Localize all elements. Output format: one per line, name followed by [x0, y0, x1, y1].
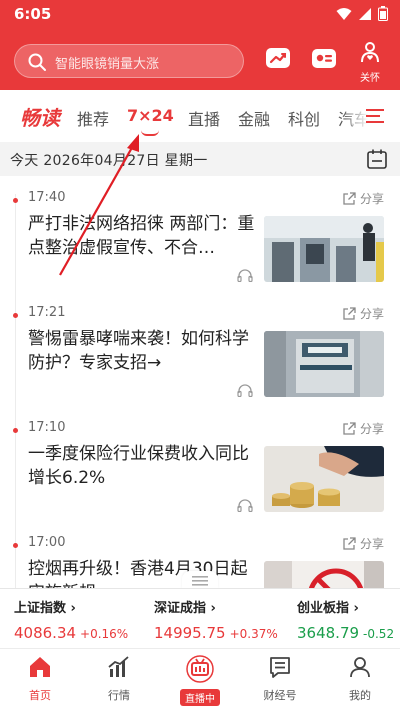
nav-finance-account[interactable]: 财经号 — [250, 655, 310, 703]
share-icon — [343, 306, 356, 320]
care-icon — [361, 42, 379, 63]
index-name: 创业板指 — [297, 601, 350, 616]
drag-handle-icon — [192, 576, 208, 586]
nav-label: 行情 — [108, 689, 130, 702]
timeline-dot — [13, 543, 18, 548]
battery-icon — [378, 6, 388, 21]
active-tab-indicator — [141, 130, 159, 136]
share-label: 分享 — [359, 537, 384, 551]
share-button[interactable]: 分享 — [342, 190, 384, 207]
share-button[interactable]: 分享 — [342, 535, 384, 552]
news-item[interactable]: 17:10 分享 一季度保险行业保费收入同比增长6.2% — [0, 406, 400, 521]
market-index-bar: 上证指数 › 4086.34 +0.16% 深证成指 › 14995.75 +0.3… — [0, 588, 400, 648]
chevron-right-icon: › — [210, 601, 216, 616]
channel-tabs: 畅读 推荐 7×24 直播 金融 科创 汽车 — [0, 90, 400, 142]
care-mode-button[interactable]: 关怀 — [354, 40, 386, 84]
index-change: +0.37% — [229, 627, 278, 641]
tab-live[interactable]: 直播 — [188, 106, 220, 130]
index-panel-handle[interactable] — [182, 571, 218, 589]
home-icon — [30, 657, 50, 677]
share-button[interactable]: 分享 — [342, 305, 384, 322]
share-icon — [343, 421, 356, 435]
search-placeholder: 智能眼镜销量大涨 — [55, 57, 160, 72]
calendar-icon[interactable] — [366, 148, 388, 170]
index-name: 上证指数 — [14, 601, 67, 616]
bottom-navigation: 首页 行情 直播中 财经号 我的 — [0, 648, 400, 710]
share-label: 分享 — [359, 192, 384, 206]
nav-label: 首页 — [29, 689, 51, 702]
timeline-dot — [13, 198, 18, 203]
index-shanghai[interactable]: 上证指数 › 4086.34 +0.16% — [14, 597, 154, 642]
nav-label: 我的 — [349, 689, 371, 702]
chevron-right-icon: › — [70, 601, 76, 616]
news-time: 17:21 — [28, 305, 66, 320]
news-time: 17:10 — [28, 420, 66, 435]
news-title[interactable]: 严打非法网络招徕 两部门：重点整治虚假宣传、不合… — [28, 212, 256, 260]
tab-recommend[interactable]: 推荐 — [77, 106, 109, 130]
trend-box-icon[interactable] — [264, 44, 292, 72]
tab-tech[interactable]: 科创 — [288, 106, 320, 130]
news-thumbnail[interactable] — [264, 561, 384, 590]
news-feed: 17:40 分享 严打非法网络招徕 两部门：重点整治虚假宣传、不合… 17:21… — [0, 176, 400, 590]
news-title[interactable]: 一季度保险行业保费收入同比增长6.2% — [28, 442, 256, 490]
headphones-icon[interactable] — [237, 268, 253, 282]
app-header: 智能眼镜销量大涨 关怀 — [0, 28, 400, 90]
share-label: 分享 — [359, 307, 384, 321]
nav-label: 财经号 — [263, 689, 297, 702]
news-title[interactable]: 控烟再升级！香港4月30日起实施新规 — [28, 557, 256, 590]
index-value: 4086.34 — [14, 624, 77, 642]
profile-icon — [350, 657, 370, 678]
search-icon — [28, 53, 46, 71]
news-thumbnail[interactable] — [264, 446, 384, 512]
index-value: 14995.75 — [154, 624, 226, 642]
nav-home[interactable]: 首页 — [10, 655, 70, 703]
nav-live-badge: 直播中 — [180, 689, 220, 706]
nav-live[interactable]: 直播中 — [170, 655, 230, 706]
nav-market[interactable]: 行情 — [89, 655, 149, 703]
status-bar: 6:05 — [0, 0, 400, 28]
timeline-dot — [13, 313, 18, 318]
system-icons — [336, 6, 388, 21]
date-bar: 今天 2026年04月27日 星期一 — [0, 142, 400, 176]
news-thumbnail[interactable] — [264, 331, 384, 397]
nav-profile[interactable]: 我的 — [330, 655, 390, 703]
news-thumbnail[interactable] — [264, 216, 384, 282]
index-chinext[interactable]: 创业板指 › 3648.79 -0.52 — [297, 597, 400, 642]
id-card-icon[interactable] — [310, 44, 338, 72]
index-value: 3648.79 — [297, 624, 360, 642]
timeline-dot — [13, 428, 18, 433]
tab-7x24[interactable]: 7×24 — [127, 106, 174, 125]
share-label: 分享 — [359, 422, 384, 436]
wifi-icon — [336, 7, 352, 20]
care-label: 关怀 — [360, 73, 380, 84]
finance-account-icon — [270, 657, 290, 678]
news-item[interactable]: 17:40 分享 严打非法网络招徕 两部门：重点整治虚假宣传、不合… — [0, 176, 400, 291]
status-time: 6:05 — [14, 5, 52, 23]
market-chart-icon — [108, 656, 129, 677]
news-time: 17:40 — [28, 190, 66, 205]
tab-brand-read[interactable]: 畅读 — [20, 102, 60, 131]
search-box[interactable]: 智能眼镜销量大涨 — [14, 44, 244, 78]
share-icon — [343, 191, 356, 205]
signal-icon — [359, 7, 371, 20]
tab-finance[interactable]: 金融 — [238, 106, 270, 130]
chevron-right-icon: › — [353, 601, 359, 616]
live-tv-icon — [186, 655, 214, 683]
news-time: 17:00 — [28, 535, 66, 550]
index-shenzhen[interactable]: 深证成指 › 14995.75 +0.37% — [154, 597, 294, 642]
date-text: 今天 2026年04月27日 星期一 — [10, 153, 208, 169]
index-change: +0.16% — [80, 627, 129, 641]
share-button[interactable]: 分享 — [342, 420, 384, 437]
index-change: -0.52 — [363, 627, 395, 641]
headphones-icon[interactable] — [237, 498, 253, 512]
index-name: 深证成指 — [154, 601, 207, 616]
share-icon — [343, 536, 356, 550]
channel-menu-icon[interactable] — [366, 108, 386, 124]
news-item[interactable]: 17:21 分享 警惕雷暴哮喘来袭！如何科学防护？专家支招→ — [0, 291, 400, 406]
news-title[interactable]: 警惕雷暴哮喘来袭！如何科学防护？专家支招→ — [28, 327, 256, 375]
headphones-icon[interactable] — [237, 383, 253, 397]
